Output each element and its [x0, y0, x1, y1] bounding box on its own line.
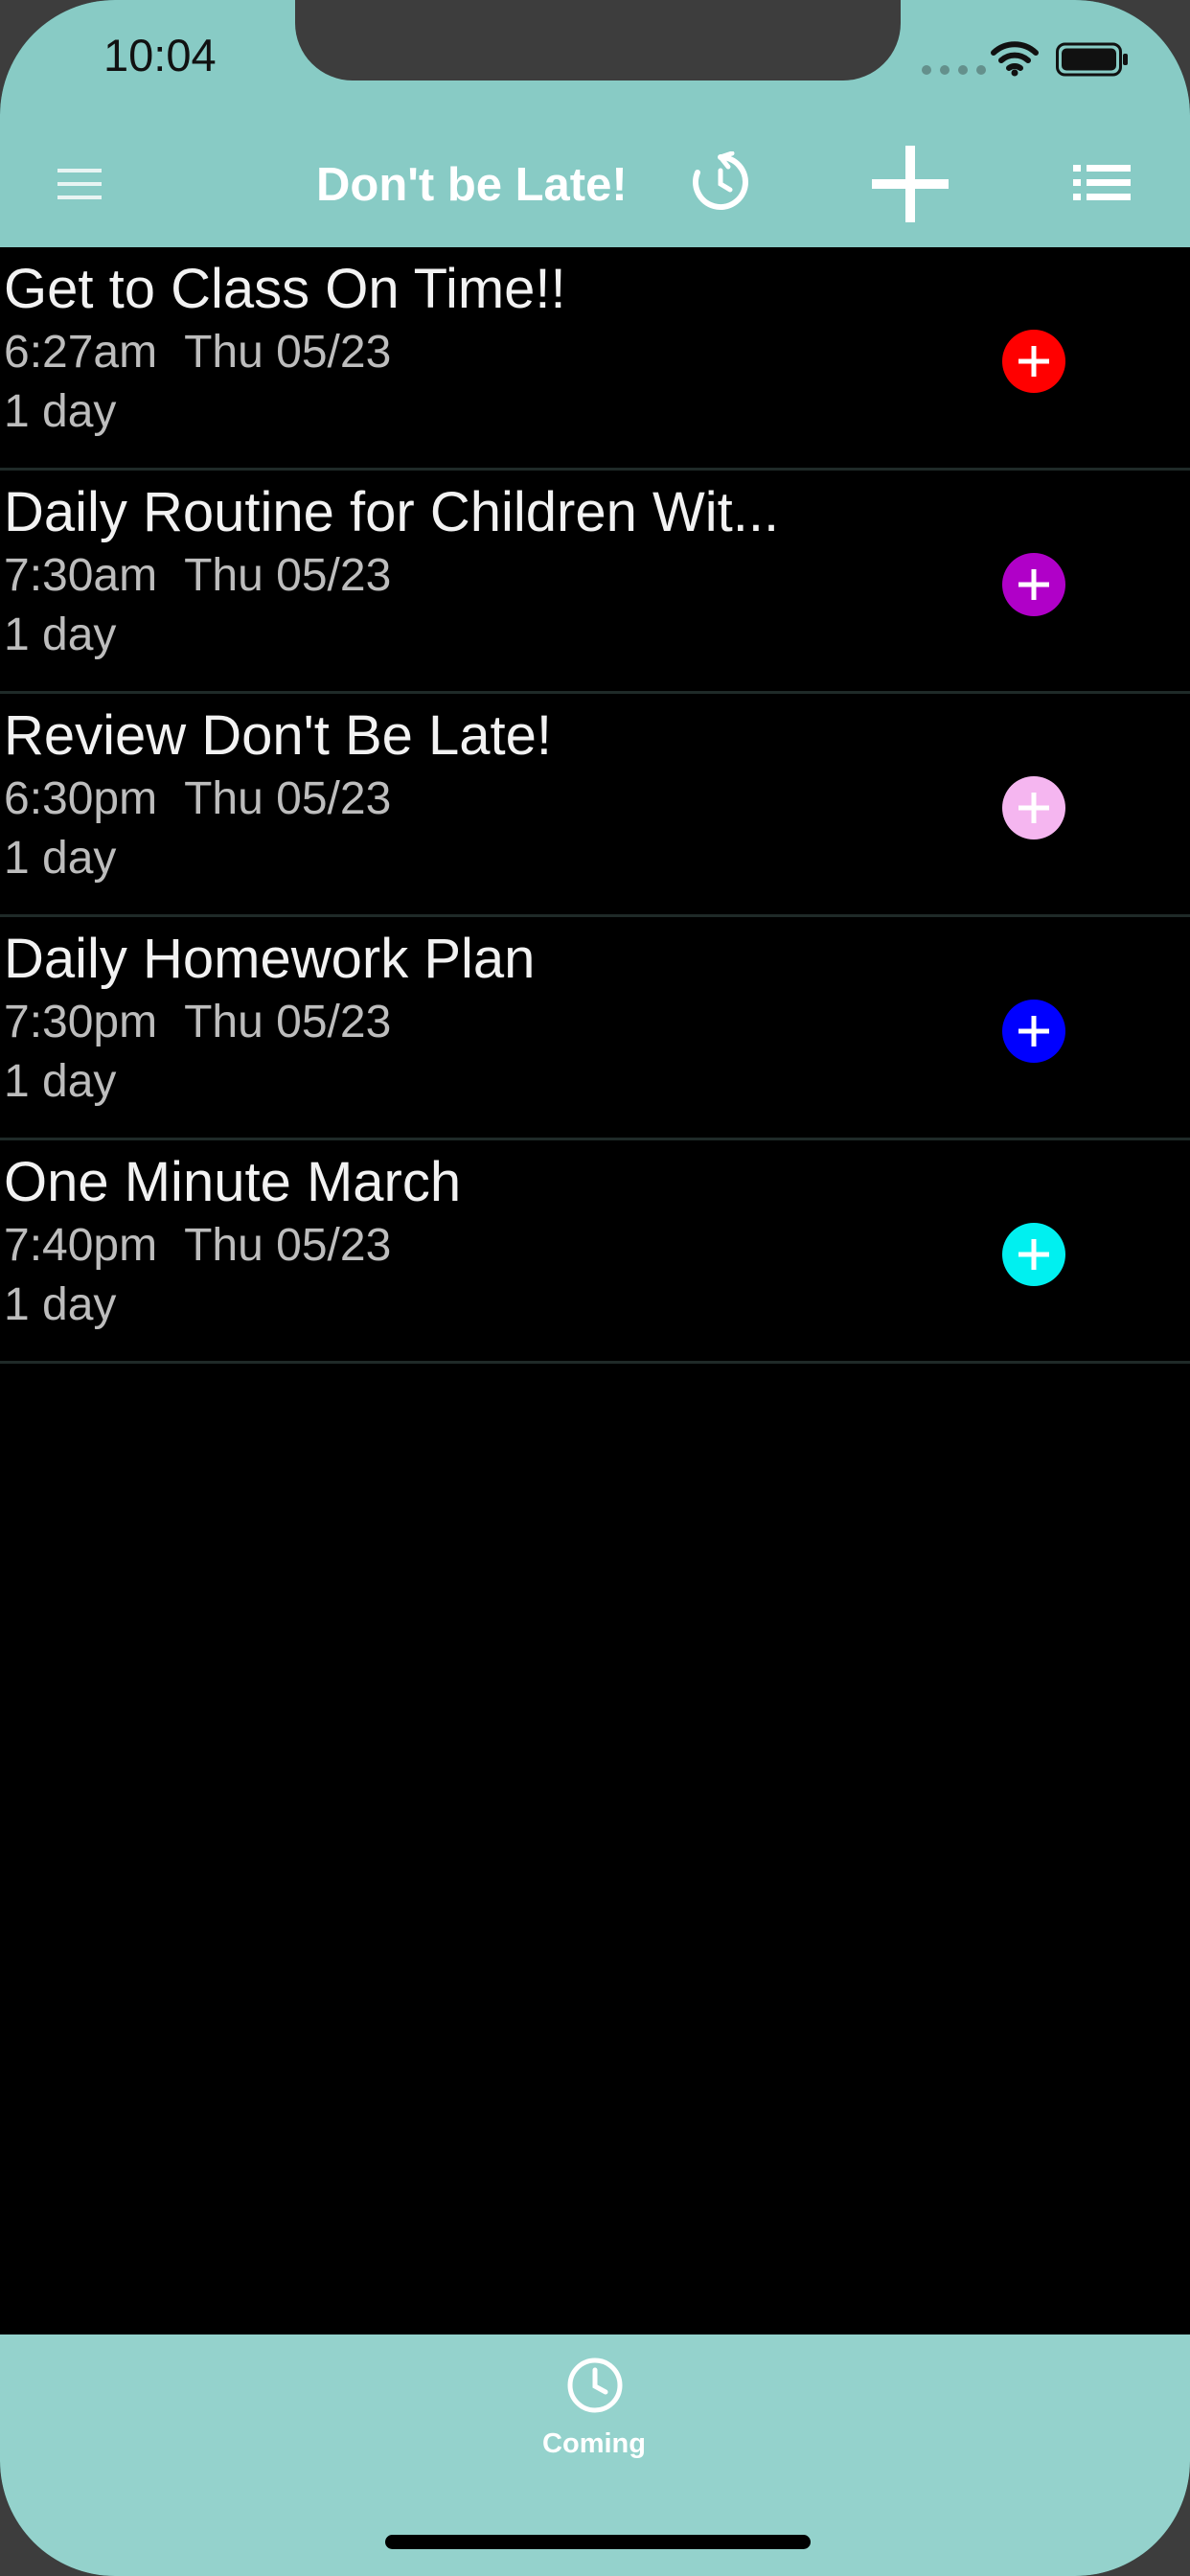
page-title: Don't be Late! [316, 159, 628, 211]
list-icon[interactable] [1073, 163, 1131, 203]
item-time: 6:30pm Thu 05/23 [4, 772, 391, 825]
add-circle-icon[interactable] [1002, 1000, 1065, 1063]
item-start-time: 6:27am [4, 327, 158, 378]
cellular-signal-icon [922, 65, 986, 75]
list-item[interactable]: One Minute March 7:40pm Thu 05/23 1 day [0, 1140, 1190, 1364]
list-item[interactable]: Review Don't Be Late! 6:30pm Thu 05/23 1 … [0, 694, 1190, 917]
device-notch [295, 0, 901, 80]
item-date: Thu 05/23 [184, 1220, 392, 1271]
item-start-time: 7:30pm [4, 997, 158, 1047]
wifi-icon [991, 41, 1039, 77]
phone-screen: 10:04 Don't be Late! Get to Class On Tim… [0, 0, 1190, 2576]
item-time: 6:27am Thu 05/23 [4, 326, 391, 379]
item-date: Thu 05/23 [184, 550, 392, 601]
item-title: Daily Routine for Children Wit... [4, 481, 780, 543]
item-date: Thu 05/23 [184, 327, 392, 378]
add-circle-icon[interactable] [1002, 776, 1065, 840]
list-item[interactable]: Daily Homework Plan 7:30pm Thu 05/23 1 da… [0, 917, 1190, 1140]
add-circle-icon[interactable] [1002, 330, 1065, 393]
item-duration: 1 day [4, 610, 117, 660]
item-time: 7:40pm Thu 05/23 [4, 1219, 391, 1272]
home-indicator[interactable] [385, 2535, 811, 2549]
list-item[interactable]: Get to Class On Time!! 6:27am Thu 05/23 1… [0, 247, 1190, 471]
add-circle-icon[interactable] [1002, 553, 1065, 616]
battery-icon [1056, 42, 1128, 77]
item-time: 7:30am Thu 05/23 [4, 549, 391, 602]
item-duration: 1 day [4, 833, 117, 884]
item-date: Thu 05/23 [184, 773, 392, 824]
item-title: Review Don't Be Late! [4, 704, 553, 767]
item-duration: 1 day [4, 386, 117, 437]
item-title: Daily Homework Plan [4, 928, 536, 990]
header-bar: 10:04 Don't be Late! [0, 0, 1190, 247]
tab-coming[interactable]: Coming [517, 2356, 671, 2480]
item-date: Thu 05/23 [184, 997, 392, 1047]
item-title: One Minute March [4, 1151, 462, 1213]
item-start-time: 7:30am [4, 550, 158, 601]
item-title: Get to Class On Time!! [4, 258, 566, 320]
tab-coming-label: Coming [542, 2428, 646, 2459]
list-item[interactable]: Daily Routine for Children Wit... 7:30am… [0, 471, 1190, 694]
history-icon[interactable] [690, 151, 751, 213]
status-time: 10:04 [103, 30, 217, 80]
item-start-time: 6:30pm [4, 773, 158, 824]
item-duration: 1 day [4, 1279, 117, 1330]
item-time: 7:30pm Thu 05/23 [4, 996, 391, 1048]
schedule-list: Get to Class On Time!! 6:27am Thu 05/23 1… [0, 247, 1190, 1364]
hamburger-icon[interactable] [57, 165, 102, 203]
clock-icon [567, 2358, 623, 2413]
add-circle-icon[interactable] [1002, 1223, 1065, 1286]
plus-icon[interactable] [868, 142, 952, 226]
item-duration: 1 day [4, 1056, 117, 1107]
item-start-time: 7:40pm [4, 1220, 158, 1271]
